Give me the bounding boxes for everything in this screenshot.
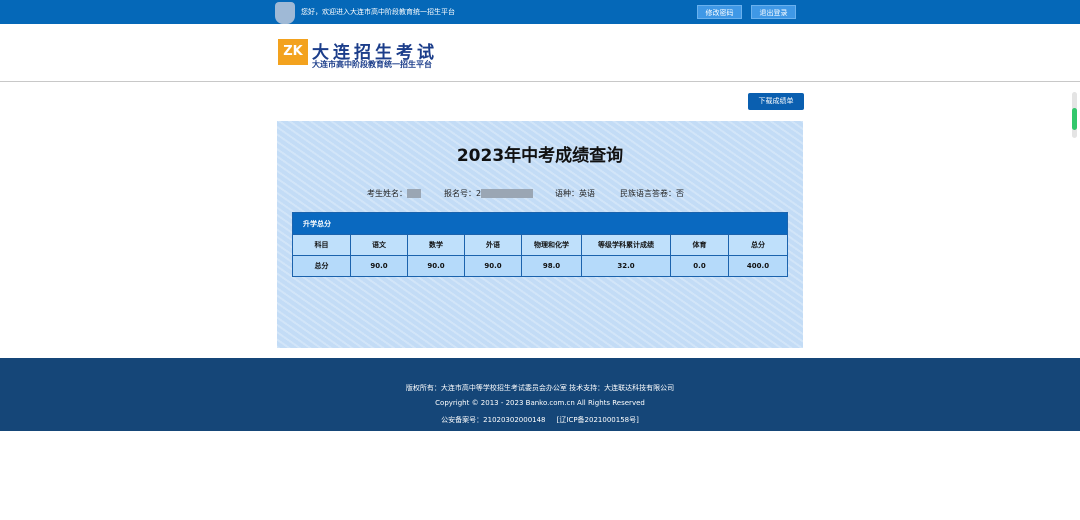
reg-redacted [481, 189, 534, 198]
change-password-button[interactable]: 修改密码 [697, 5, 742, 19]
logout-button[interactable]: 退出登录 [751, 5, 796, 19]
footer-copyright-owner: 版权所有：大连市高中等学校招生考试委员会办公室 技术支持：大连联达科技有限公司 [405, 384, 675, 392]
header-cell: 物理和化学 [521, 234, 582, 256]
welcome-text: 您好，欢迎进入大连市高中阶段教育统一招生平台 [301, 8, 455, 16]
top-bar: 您好，欢迎进入大连市高中阶段教育统一招生平台 修改密码 退出登录 [0, 0, 1080, 24]
cell: 400.0 [728, 255, 788, 277]
cell: 98.0 [521, 255, 582, 277]
download-transcript-button[interactable]: 下载成绩单 [748, 93, 804, 110]
name-redacted [407, 189, 421, 198]
footer: 版权所有：大连市高中等学校招生考试委员会办公室 技术支持：大连联达科技有限公司 … [0, 358, 1080, 431]
header-cell: 数学 [407, 234, 465, 256]
header-cell: 语文 [350, 234, 408, 256]
header: ZK 大连招生考试 大连市高中阶段教育统一招生平台 [0, 24, 1080, 82]
table-row: 总分 90.0 90.0 90.0 98.0 32.0 0.0 400.0 [292, 255, 788, 277]
header-cell: 体育 [670, 234, 729, 256]
cell: 32.0 [581, 255, 671, 277]
header-cell: 外语 [464, 234, 522, 256]
page-title: 2023年中考成绩查询 [456, 146, 624, 166]
lang-value: 英语 [579, 189, 595, 198]
score-card: 2023年中考成绩查询 考生姓名： 报名号：2 语种：英语 民族语言答卷：否 升… [277, 121, 803, 348]
logo-subtitle: 大连市高中阶段教育统一招生平台 [312, 60, 432, 69]
cell: 90.0 [464, 255, 522, 277]
score-table: 升学总分 科目 语文 数学 外语 物理和化学 等级学科累计成绩 体育 总分 总分… [292, 212, 788, 277]
footer-icp-link[interactable]: [辽ICP备2021000158号] [557, 416, 639, 424]
ethnic-value: 否 [676, 189, 684, 198]
ethnic-label: 民族语言答卷： [620, 189, 676, 198]
lang-label: 语种： [555, 189, 579, 198]
scrollbar-thumb[interactable] [1072, 108, 1077, 130]
cell: 90.0 [350, 255, 408, 277]
name-label: 考生姓名： [367, 189, 407, 198]
table-header-row: 科目 语文 数学 外语 物理和化学 等级学科累计成绩 体育 总分 [292, 234, 788, 256]
avatar [275, 2, 295, 24]
cell: 0.0 [670, 255, 729, 277]
header-cell: 科目 [292, 234, 351, 256]
footer-copyright: Copyright © 2013 - 2023 Banko.com.cn All… [435, 399, 645, 407]
reg-label: 报名号： [444, 189, 476, 198]
cell: 总分 [292, 255, 351, 277]
cell: 90.0 [407, 255, 465, 277]
table-title: 升学总分 [292, 212, 788, 235]
scrollbar[interactable] [1072, 92, 1077, 138]
header-cell: 总分 [728, 234, 788, 256]
logo-icon: ZK [278, 39, 308, 65]
footer-police-record: 公安备案号：21020302000148 [441, 416, 546, 424]
header-cell: 等级学科累计成绩 [581, 234, 671, 256]
